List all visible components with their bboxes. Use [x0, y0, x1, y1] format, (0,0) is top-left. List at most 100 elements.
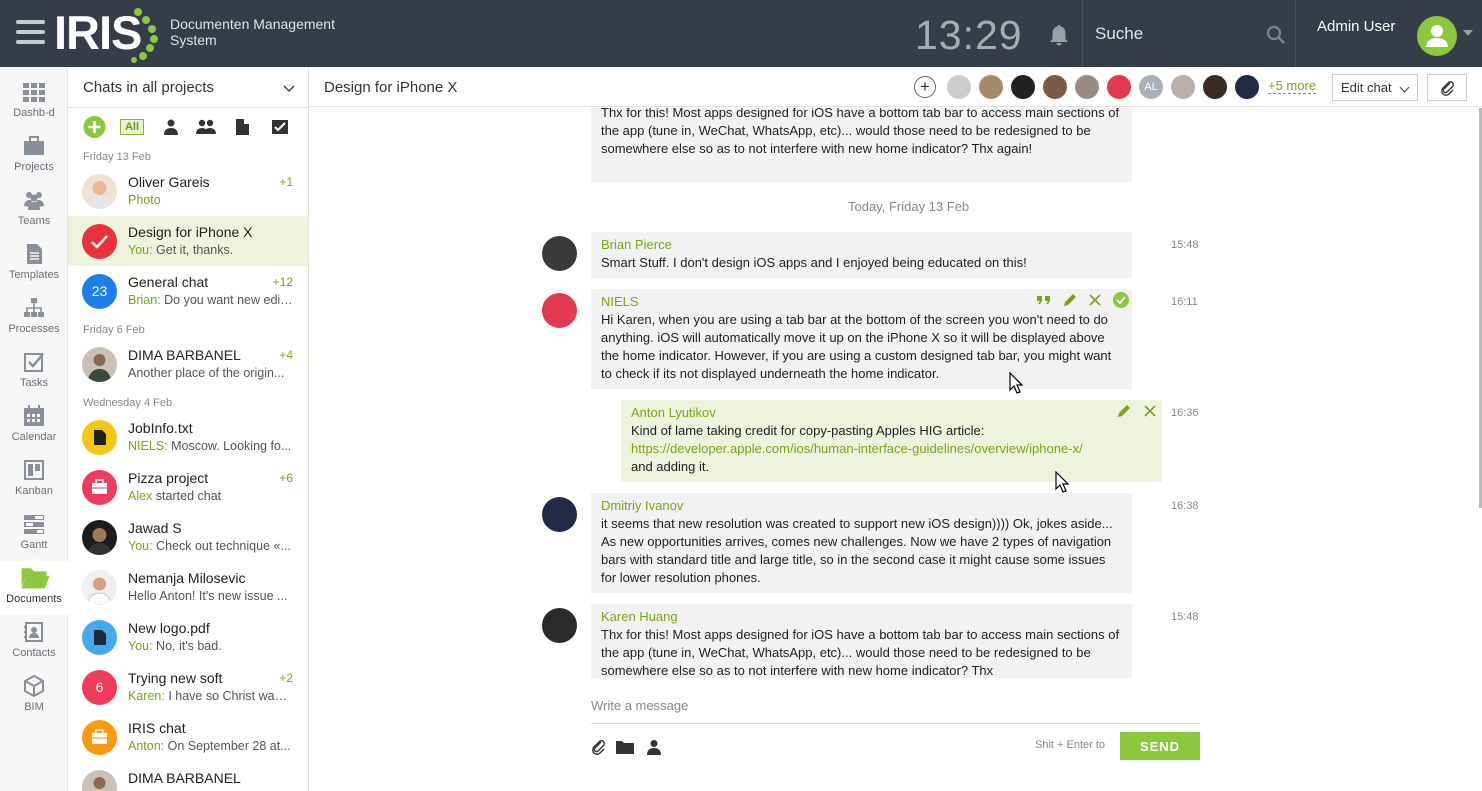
- nav-documents[interactable]: Documents: [0, 559, 68, 615]
- nav-projects[interactable]: Projects: [0, 129, 68, 183]
- message-text: Thx for this! Most apps designed for iOS…: [601, 627, 1120, 678]
- nav-label: Projects: [14, 161, 54, 173]
- nav-teams[interactable]: Teams: [0, 183, 68, 237]
- cube-icon: [24, 675, 44, 697]
- nav-label: Gantt: [20, 539, 48, 551]
- pin-button[interactable]: [1427, 74, 1467, 101]
- chat-item[interactable]: IRIS chat Anton: On September 28 at...: [68, 712, 308, 762]
- filter-task-icon[interactable]: [272, 119, 288, 134]
- filter-document-icon[interactable]: [236, 119, 249, 135]
- chat-item[interactable]: New logo.pdf You: No, it's bad.: [68, 612, 308, 662]
- nav-kanban[interactable]: Kanban: [0, 453, 68, 507]
- message-author[interactable]: Karen Huang: [601, 608, 1122, 626]
- member-avatar[interactable]: [1203, 75, 1227, 99]
- member-avatar[interactable]: [947, 75, 971, 99]
- filter-person-icon[interactable]: [164, 119, 178, 135]
- chat-item[interactable]: Pizza project Alex started chat +6: [68, 462, 308, 512]
- calendar-icon: [24, 405, 44, 426]
- user-menu-caret-icon[interactable]: [1463, 30, 1473, 36]
- task-check-icon: [24, 353, 44, 372]
- member-avatar[interactable]: [1235, 75, 1259, 99]
- chat-name: JobInfo.txt: [128, 420, 193, 436]
- add-member-button[interactable]: +: [914, 76, 936, 98]
- nav-tasks[interactable]: Tasks: [0, 345, 68, 399]
- message-bubble: NIELS Hi Karen, when you are using a tab…: [591, 289, 1132, 389]
- quote-icon[interactable]: [1035, 291, 1053, 309]
- composer: [591, 687, 1200, 724]
- new-chat-plus-icon[interactable]: [83, 116, 106, 138]
- nav-contacts[interactable]: Contacts: [0, 615, 68, 669]
- chat-title: Design for iPhone X: [324, 79, 458, 96]
- user-avatar[interactable]: [1417, 16, 1457, 56]
- message-bubble-own: Anton Lyutikov Kind of lame taking credi…: [621, 400, 1162, 482]
- chat-item[interactable]: 23 General chat Brian: Do you want new e…: [68, 266, 308, 316]
- send-button[interactable]: SEND: [1120, 732, 1200, 760]
- message-bubble: Dmitriy Ivanov it seems that new resolut…: [591, 493, 1132, 593]
- chat-item[interactable]: 6 Trying new soft Karen: I have so Chris…: [68, 662, 308, 712]
- hamburger-menu-icon[interactable]: [16, 20, 45, 45]
- chat-item[interactable]: Nemanja Milosevic Hello Anton! It's new …: [68, 562, 308, 612]
- member-avatar[interactable]: [979, 75, 1003, 99]
- nav-gantt[interactable]: Gantt: [0, 507, 68, 561]
- chat-name: IRIS chat: [128, 720, 186, 736]
- edit-pencil-icon[interactable]: [1061, 291, 1079, 309]
- more-members-link[interactable]: +5 more: [1268, 78, 1317, 94]
- message-input[interactable]: [591, 695, 1191, 715]
- member-avatar[interactable]: [1107, 75, 1131, 99]
- nav-bim[interactable]: BIM: [0, 669, 68, 723]
- message-link[interactable]: https://developer.apple.com/ios/human-in…: [631, 441, 1083, 456]
- attach-clip-icon[interactable]: [591, 739, 607, 755]
- chat-item-selected[interactable]: Design for iPhone X You: Get it, thanks.: [68, 216, 308, 266]
- close-icon[interactable]: [1086, 291, 1104, 309]
- nav-processes[interactable]: Processes: [0, 291, 68, 345]
- message-author[interactable]: Dmitriy Ivanov: [601, 497, 1122, 515]
- chat-preview: Anton: On September 28 at...: [128, 739, 291, 753]
- nav-label: Teams: [17, 215, 51, 227]
- search-icon[interactable]: [1266, 25, 1286, 45]
- chat-item[interactable]: Oliver Gareis Photo +1: [68, 166, 308, 216]
- member-avatar-initials[interactable]: AL: [1139, 75, 1163, 99]
- file-icon: [94, 630, 106, 645]
- chat-preview: NIELS: Moscow. Looking fo...: [128, 439, 292, 453]
- filter-all[interactable]: All: [120, 119, 144, 135]
- message-time: 16:38: [1171, 500, 1199, 512]
- chat-preview: Hello Anton! It's new issue ...: [128, 589, 288, 603]
- message-author[interactable]: Brian Pierce: [601, 236, 1122, 254]
- chat-item[interactable]: Jawad S You: Check out technique «...: [68, 512, 308, 562]
- message-text: Thx for this! Most apps designed for iOS…: [601, 108, 1120, 156]
- search-input[interactable]: [1095, 22, 1265, 46]
- contacts-icon: [24, 622, 43, 642]
- message-author[interactable]: Anton Lyutikov: [631, 404, 1152, 422]
- mention-person-icon[interactable]: [646, 739, 662, 755]
- edit-chat-dropdown[interactable]: Edit chat: [1332, 74, 1418, 101]
- chevron-down-icon[interactable]: [283, 82, 295, 94]
- user-name[interactable]: Admin User: [1317, 18, 1395, 35]
- chat-item[interactable]: DIMA BARBANEL Another place of the origi…: [68, 339, 308, 389]
- nav-calendar[interactable]: Calendar: [0, 399, 68, 453]
- folder-icon[interactable]: [616, 739, 634, 755]
- chat-preview: Alex started chat: [128, 489, 222, 503]
- member-avatar[interactable]: [1075, 75, 1099, 99]
- chat-list-header[interactable]: Chats in all projects: [68, 67, 308, 108]
- chat-name: Nemanja Milosevic: [128, 570, 246, 586]
- filter-group-icon[interactable]: [196, 119, 216, 135]
- member-avatar[interactable]: [1171, 75, 1195, 99]
- close-icon[interactable]: [1141, 402, 1159, 420]
- chat-item[interactable]: DIMA BARBANEL: [68, 762, 308, 791]
- member-avatar[interactable]: [1043, 75, 1067, 99]
- member-avatar[interactable]: [1011, 75, 1035, 99]
- message-bubble: Brian Pierce Smart Stuff. I don't design…: [591, 232, 1132, 278]
- nav-templates[interactable]: Templates: [0, 237, 68, 291]
- check-circle-icon[interactable]: [1112, 291, 1130, 309]
- notification-bell-icon[interactable]: [1047, 24, 1071, 46]
- folder-open-icon: [17, 559, 51, 593]
- avatar: [542, 236, 577, 271]
- edit-pencil-icon[interactable]: [1115, 402, 1133, 420]
- chat-item[interactable]: JobInfo.txt NIELS: Moscow. Looking fo...: [68, 412, 308, 462]
- avatar: [82, 770, 117, 791]
- nav-label: Contacts: [12, 647, 56, 659]
- check-icon: [91, 235, 108, 249]
- nav-dashboard[interactable]: Dashb-d: [0, 75, 68, 129]
- chevron-down-icon: [1399, 82, 1410, 93]
- mouse-cursor-icon: [1055, 471, 1069, 493]
